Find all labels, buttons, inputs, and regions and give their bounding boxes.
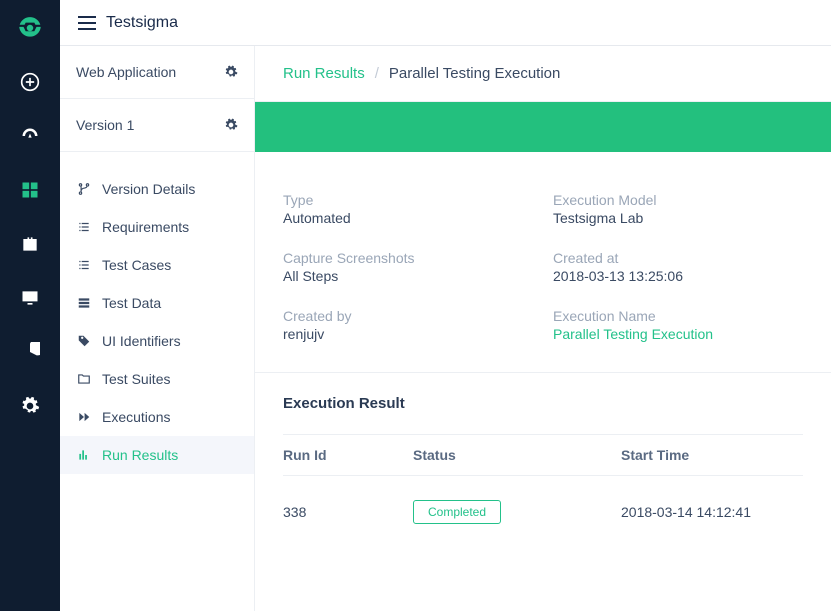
sidebar-item-ui-identifiers[interactable]: UI Identifiers xyxy=(60,322,254,360)
sidebar-item-test-suites[interactable]: Test Suites xyxy=(60,360,254,398)
gear-icon[interactable] xyxy=(224,118,238,132)
result-title: Execution Result xyxy=(283,395,803,412)
nav-strip xyxy=(0,0,60,611)
brand-title: Testsigma xyxy=(106,14,178,32)
sidebar-app-row[interactable]: Web Application xyxy=(60,46,254,99)
detail-label: Capture Screenshots xyxy=(283,250,533,266)
right-area: Testsigma Web Application Version 1 Vers… xyxy=(60,0,831,611)
detail-value-link[interactable]: Parallel Testing Execution xyxy=(553,326,803,342)
details-panel: Type Automated Execution Model Testsigma… xyxy=(255,152,831,373)
play-forward-icon xyxy=(76,409,92,425)
sidebar-app-label: Web Application xyxy=(76,64,176,80)
breadcrumb-sep: / xyxy=(375,65,379,82)
branch-icon xyxy=(76,181,92,197)
detail-exec-model: Execution Model Testsigma Lab xyxy=(553,192,803,226)
header-band xyxy=(255,102,831,152)
cell-start-time: 2018-03-14 14:12:41 xyxy=(621,476,803,549)
sidebar-item-label: Test Suites xyxy=(102,371,170,387)
detail-value: All Steps xyxy=(283,268,533,284)
body-area: Web Application Version 1 Version Detail… xyxy=(60,46,831,611)
sidebar-item-version-details[interactable]: Version Details xyxy=(60,170,254,208)
detail-label: Created at xyxy=(553,250,803,266)
detail-label: Type xyxy=(283,192,533,208)
settings-icon[interactable] xyxy=(16,392,44,420)
menu-icon[interactable] xyxy=(78,16,96,30)
pie-chart-icon[interactable] xyxy=(16,338,44,366)
sidebar-item-test-data[interactable]: Test Data xyxy=(60,284,254,322)
logo-icon[interactable] xyxy=(16,14,44,42)
apps-icon[interactable] xyxy=(16,176,44,204)
detail-value: renjujv xyxy=(283,326,533,342)
detail-label: Created by xyxy=(283,308,533,324)
sidebar-item-executions[interactable]: Executions xyxy=(60,398,254,436)
table-row[interactable]: 338 Completed 2018-03-14 14:12:41 xyxy=(283,476,803,549)
breadcrumb-root[interactable]: Run Results xyxy=(283,65,365,82)
sidebar-item-label: Version Details xyxy=(102,181,195,197)
main-content: Run Results / Parallel Testing Execution… xyxy=(255,46,831,611)
tag-icon xyxy=(76,333,92,349)
bar-chart-icon xyxy=(76,447,92,463)
col-run-id: Run Id xyxy=(283,435,413,476)
status-pill: Completed xyxy=(413,500,501,524)
top-bar: Testsigma xyxy=(60,0,831,46)
detail-exec-name: Execution Name Parallel Testing Executio… xyxy=(553,308,803,342)
gear-icon[interactable] xyxy=(224,65,238,79)
sidebar-item-run-results[interactable]: Run Results xyxy=(60,436,254,474)
sidebar-item-test-cases[interactable]: Test Cases xyxy=(60,246,254,284)
briefcase-icon[interactable] xyxy=(16,230,44,258)
breadcrumb-current: Parallel Testing Execution xyxy=(389,65,561,82)
detail-created-by: Created by renjujv xyxy=(283,308,533,342)
detail-value: Automated xyxy=(283,210,533,226)
result-table: Run Id Status Start Time 338 Completed 2… xyxy=(283,434,803,548)
breadcrumb: Run Results / Parallel Testing Execution xyxy=(255,46,831,102)
col-status: Status xyxy=(413,435,621,476)
detail-label: Execution Model xyxy=(553,192,803,208)
detail-capture: Capture Screenshots All Steps xyxy=(283,250,533,284)
side-nav: Version Details Requirements Test Cases … xyxy=(60,152,254,474)
col-start-time: Start Time xyxy=(621,435,803,476)
list-icon xyxy=(76,219,92,235)
sidebar-item-label: UI Identifiers xyxy=(102,333,181,349)
sidebar-item-label: Test Data xyxy=(102,295,161,311)
sidebar-item-label: Executions xyxy=(102,409,170,425)
add-icon[interactable] xyxy=(16,68,44,96)
detail-label: Execution Name xyxy=(553,308,803,324)
sidebar-item-label: Test Cases xyxy=(102,257,171,273)
sidebar-item-requirements[interactable]: Requirements xyxy=(60,208,254,246)
list-icon xyxy=(76,257,92,273)
detail-type: Type Automated xyxy=(283,192,533,226)
sidebar-item-label: Requirements xyxy=(102,219,189,235)
monitor-icon[interactable] xyxy=(16,284,44,312)
sidebar: Web Application Version 1 Version Detail… xyxy=(60,46,255,611)
table-icon xyxy=(76,295,92,311)
folder-icon xyxy=(76,371,92,387)
detail-value: Testsigma Lab xyxy=(553,210,803,226)
cell-status: Completed xyxy=(413,476,621,549)
sidebar-version-label: Version 1 xyxy=(76,117,134,133)
detail-value: 2018-03-13 13:25:06 xyxy=(553,268,803,284)
sidebar-version-row[interactable]: Version 1 xyxy=(60,99,254,152)
result-section: Execution Result Run Id Status Start Tim… xyxy=(255,373,831,548)
sidebar-item-label: Run Results xyxy=(102,447,178,463)
detail-created-at: Created at 2018-03-13 13:25:06 xyxy=(553,250,803,284)
dashboard-icon[interactable] xyxy=(16,122,44,150)
cell-run-id: 338 xyxy=(283,476,413,549)
